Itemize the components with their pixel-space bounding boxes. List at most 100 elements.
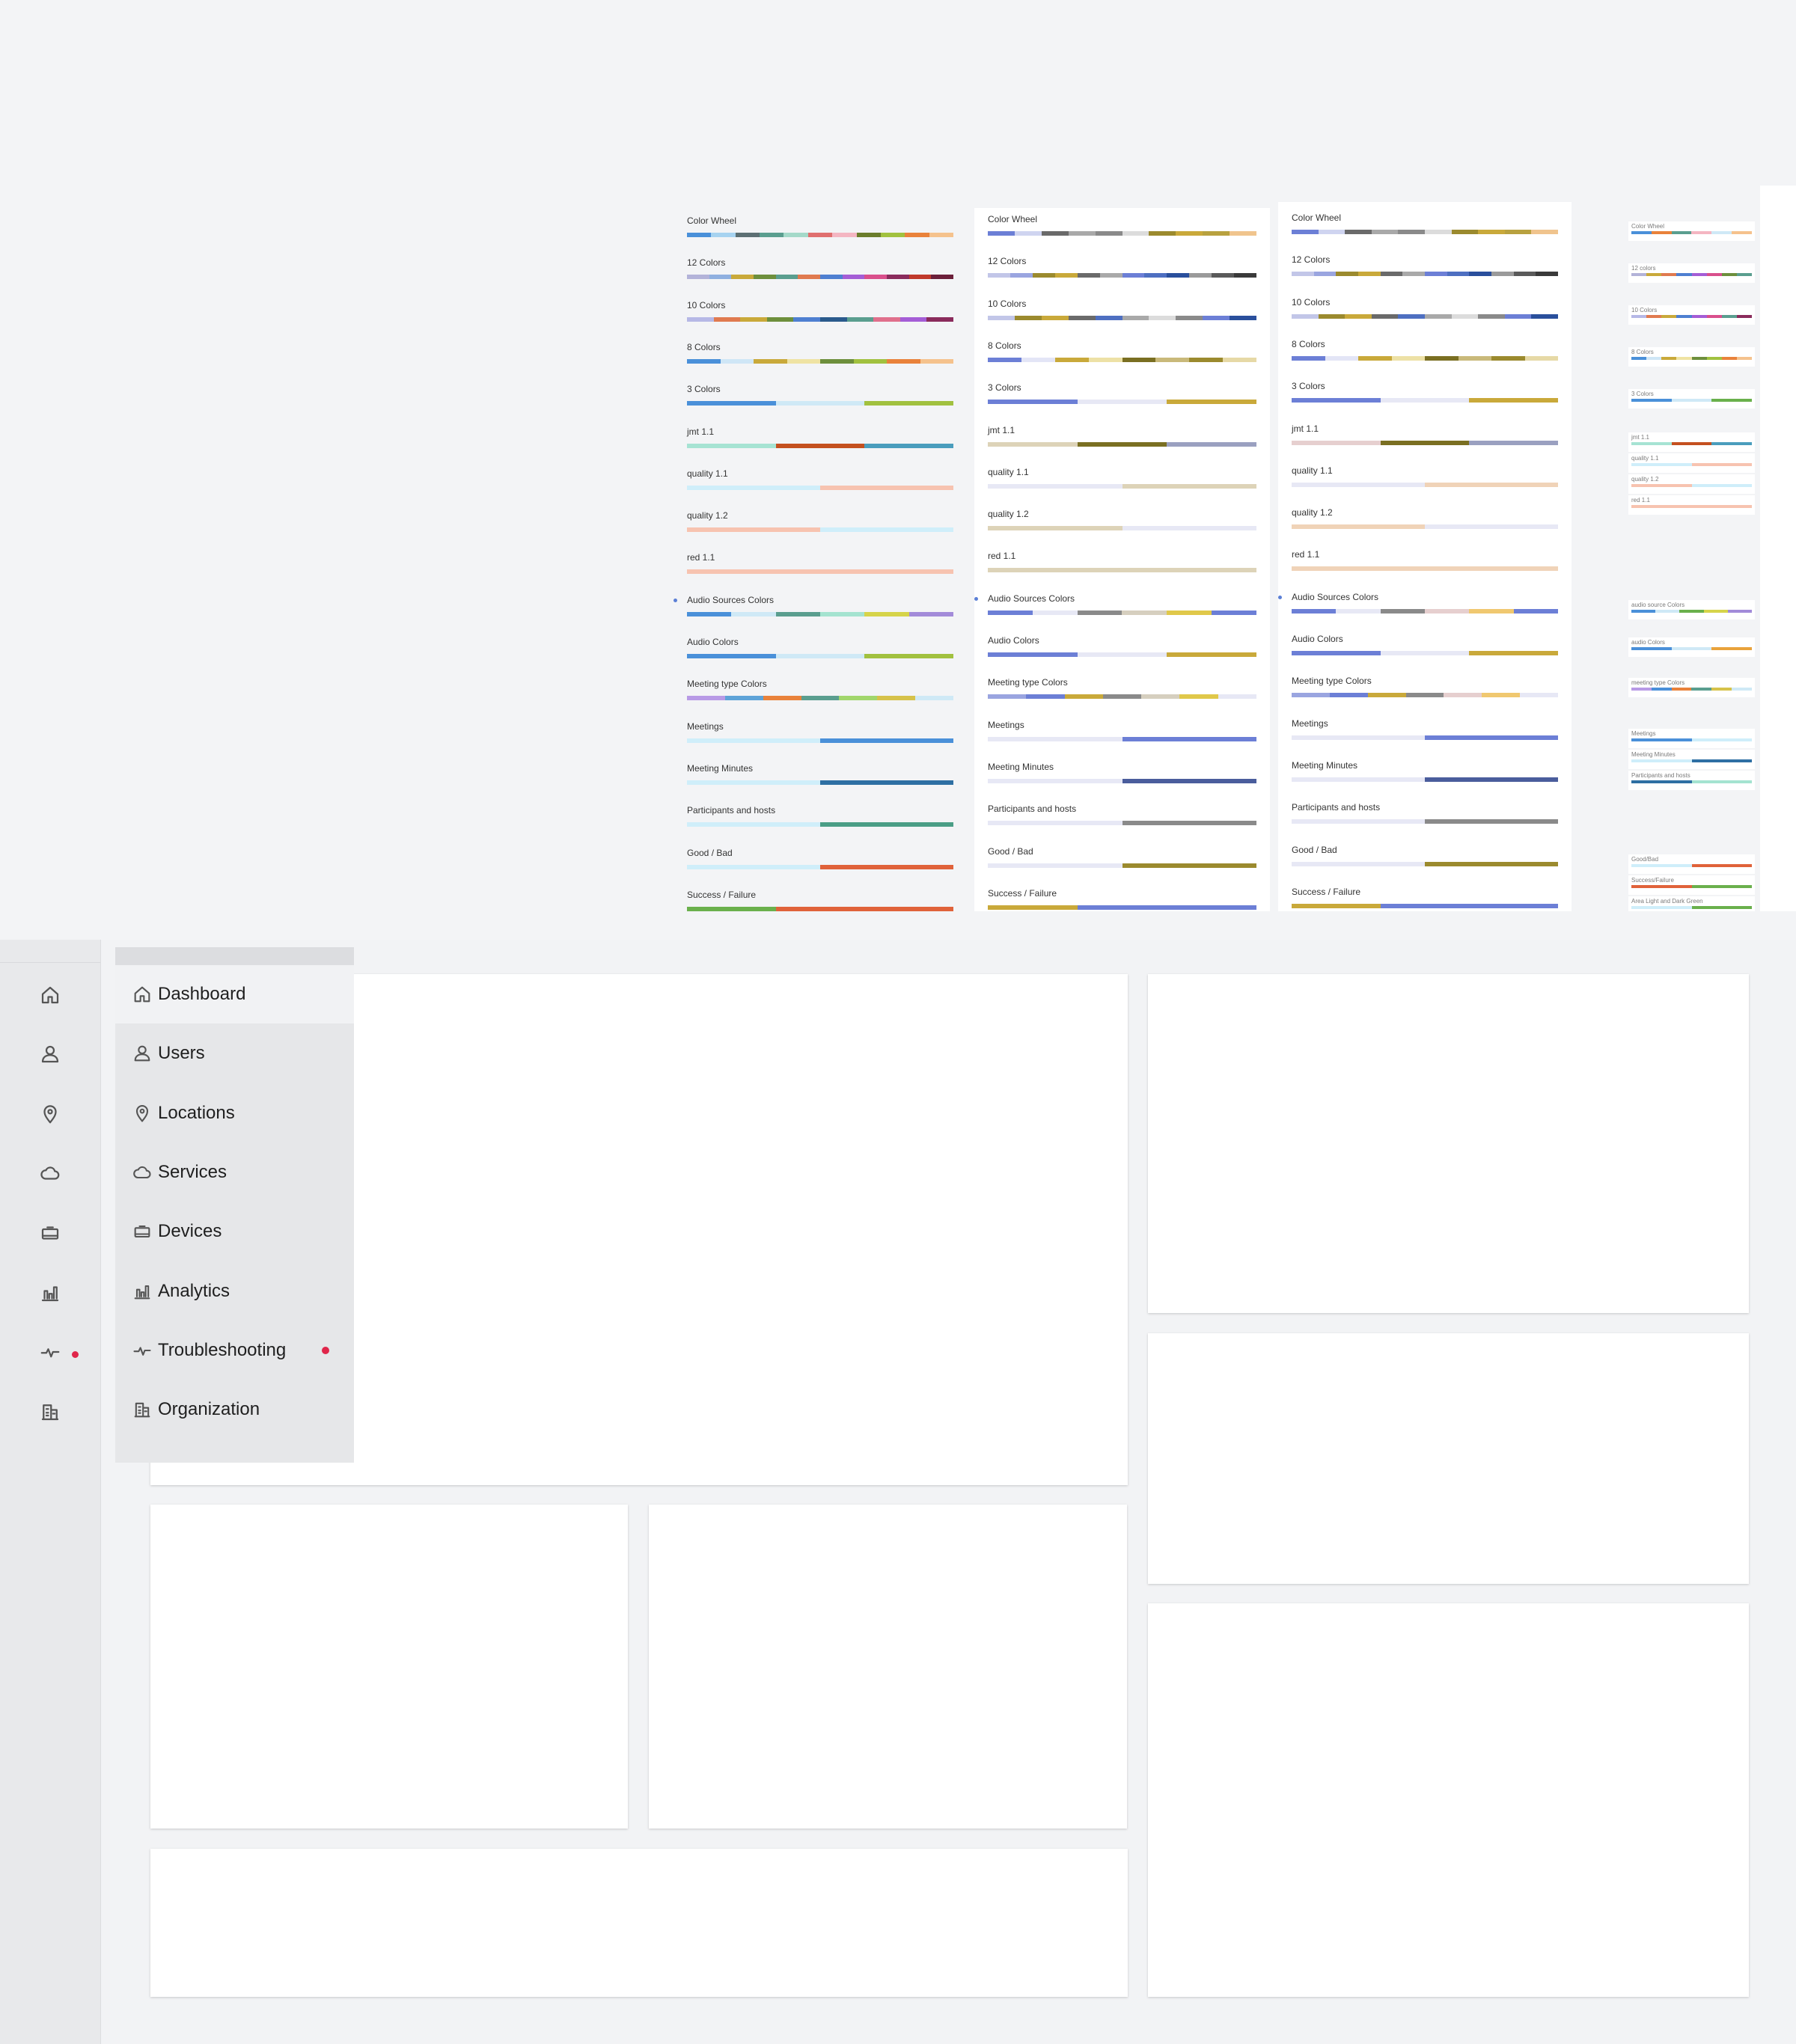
nav-item-devices[interactable]: Devices xyxy=(115,1202,354,1261)
palette-label: 8 Colors xyxy=(687,341,721,352)
color-swatch xyxy=(1292,608,1337,613)
palette-row: Audio Sources Colors xyxy=(674,595,953,637)
color-swatch xyxy=(1014,231,1042,236)
color-swatch xyxy=(1144,273,1167,278)
color-swatch xyxy=(731,275,754,280)
color-swatch xyxy=(1292,903,1381,908)
color-swatch xyxy=(784,233,808,237)
color-swatch xyxy=(763,696,801,701)
nav-item-organization[interactable]: Organization xyxy=(115,1380,354,1439)
color-swatch xyxy=(1425,777,1491,782)
color-swatch xyxy=(687,738,754,743)
palette-row: quality 1.2 xyxy=(1292,507,1558,549)
palette-swatch-strip xyxy=(988,526,1256,531)
color-swatch xyxy=(1691,864,1752,867)
color-swatch xyxy=(687,358,721,364)
color-swatch xyxy=(1661,315,1677,318)
palette-row: 3 Colors xyxy=(687,384,954,426)
rail-item-services[interactable] xyxy=(35,1160,65,1190)
color-swatch xyxy=(1631,906,1692,909)
rail-item-organization[interactable] xyxy=(35,1398,65,1428)
card-right-bottom xyxy=(1148,1603,1749,1997)
nav-item-services[interactable]: Services xyxy=(115,1143,354,1202)
color-swatch xyxy=(1711,231,1732,234)
mini-palette-label: Area Light and Dark Green xyxy=(1631,898,1703,905)
rail-item-users[interactable] xyxy=(35,1041,65,1071)
color-swatch xyxy=(1491,735,1558,740)
color-swatch xyxy=(1425,482,1491,487)
palette-label: Good / Bad xyxy=(988,845,1033,857)
color-swatch xyxy=(853,358,887,364)
palette-label: Good / Bad xyxy=(1292,844,1337,855)
color-swatch xyxy=(1292,230,1319,234)
color-swatch xyxy=(1469,272,1492,277)
color-swatch xyxy=(1122,610,1167,615)
palette-label: 10 Colors xyxy=(988,298,1027,309)
color-swatch xyxy=(1358,355,1392,361)
rail-item-dashboard[interactable] xyxy=(35,982,65,1012)
palette-swatch-strip xyxy=(988,905,1257,910)
color-swatch xyxy=(1021,357,1055,362)
nav-item-troubleshooting[interactable]: Troubleshooting xyxy=(115,1321,354,1380)
color-swatch xyxy=(754,864,820,869)
color-swatch xyxy=(820,864,887,869)
mini-palette-row: 10 Colors xyxy=(1628,305,1755,325)
color-swatch xyxy=(887,864,953,869)
palette-row: 10 Colors xyxy=(988,298,1257,340)
palette-label: quality 1.2 xyxy=(687,510,728,521)
palette-swatch-strip xyxy=(988,231,1257,236)
palette-row: Good / Bad xyxy=(687,848,953,890)
rail-item-locations[interactable] xyxy=(35,1101,65,1130)
color-swatch xyxy=(832,233,857,237)
rail-item-devices[interactable] xyxy=(35,1220,65,1249)
color-swatch xyxy=(775,906,865,911)
color-swatch xyxy=(775,654,865,658)
color-swatch xyxy=(1425,861,1491,866)
mini-palette-row: Participants and hosts xyxy=(1628,771,1755,790)
palette-label: Meetings xyxy=(687,720,724,732)
mini-swatch-strip xyxy=(1631,610,1753,613)
color-swatch xyxy=(1234,273,1257,278)
color-swatch xyxy=(820,485,887,490)
color-swatch xyxy=(1671,231,1692,234)
color-swatch xyxy=(1102,694,1142,700)
palette-row: Good / Bad xyxy=(988,846,1256,888)
color-swatch xyxy=(920,358,953,364)
palette-swatch-strip xyxy=(1292,693,1559,698)
nav-item-locations[interactable]: Locations xyxy=(115,1084,354,1142)
palette-swatch-strip xyxy=(687,780,953,785)
color-swatch xyxy=(775,275,798,280)
color-swatch xyxy=(1292,777,1358,782)
bar-chart-icon xyxy=(131,1280,153,1303)
nav-item-analytics[interactable]: Analytics xyxy=(115,1262,354,1321)
color-swatch xyxy=(1189,273,1212,278)
color-swatch xyxy=(988,441,1078,447)
color-swatch xyxy=(1691,273,1707,276)
rail-item-analytics[interactable] xyxy=(35,1279,65,1309)
color-swatch xyxy=(1671,688,1692,691)
color-swatch xyxy=(1122,736,1190,741)
home-icon xyxy=(131,983,153,1006)
mini-palette-label: audio Colors xyxy=(1631,639,1665,646)
color-swatch xyxy=(1491,482,1558,487)
palette-swatch-strip xyxy=(1292,566,1558,572)
color-swatch xyxy=(1424,230,1452,234)
color-swatch xyxy=(988,821,1055,826)
color-swatch xyxy=(1676,315,1692,318)
color-swatch xyxy=(1054,736,1122,741)
nav-item-dashboard[interactable]: Dashboard xyxy=(115,965,354,1023)
color-swatch xyxy=(1358,482,1425,487)
palette-swatch-strip xyxy=(687,358,953,364)
user-icon xyxy=(131,1042,153,1065)
palette-swatch-strip xyxy=(1292,313,1558,319)
mini-swatch-strip xyxy=(1631,759,1752,762)
nav-item-users[interactable]: Users xyxy=(115,1024,354,1083)
color-swatch xyxy=(1345,230,1372,234)
rail-item-troubleshooting[interactable] xyxy=(35,1339,65,1369)
color-swatch xyxy=(1631,399,1672,402)
color-swatch xyxy=(775,443,865,448)
color-swatch xyxy=(1469,903,1559,908)
color-swatch xyxy=(687,443,776,448)
color-swatch xyxy=(1631,864,1692,867)
color-swatch xyxy=(864,906,954,911)
